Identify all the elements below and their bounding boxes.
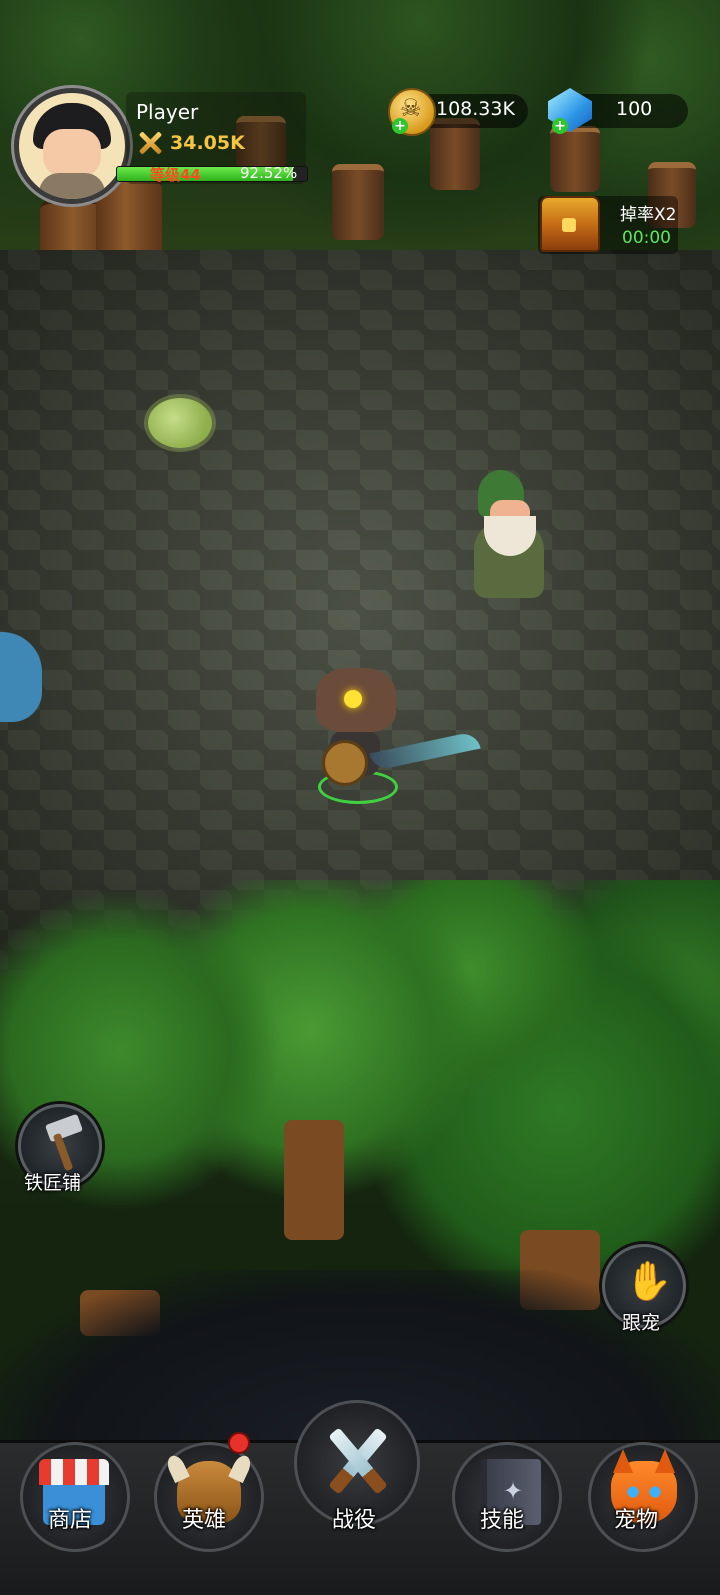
hammer-icon: [44, 1113, 84, 1143]
combat-power-value: 34.05K: [170, 132, 245, 154]
nav-shop-button[interactable]: [20, 1442, 130, 1552]
gold-value: 108.33K: [436, 98, 515, 120]
crossed-swords-icon: [319, 1423, 395, 1499]
blacksmith-label: 铁匠铺: [24, 1172, 82, 1194]
add-gems-icon[interactable]: +: [552, 118, 568, 134]
treasure-chest-icon[interactable]: [540, 196, 600, 252]
nav-skills-label: 技能: [480, 1508, 525, 1533]
green-fuzzball-monster[interactable]: [148, 398, 212, 448]
hero-shield: [322, 740, 368, 786]
nav-heroes-label: 英雄: [182, 1508, 227, 1533]
nav-heroes-button[interactable]: [154, 1442, 264, 1552]
player-avatar[interactable]: [14, 88, 130, 204]
nav-pets-label: 宠物: [614, 1508, 659, 1533]
nav-pets-button[interactable]: [588, 1442, 698, 1552]
wooden-post: [550, 126, 600, 192]
gem-value: 100: [616, 98, 653, 120]
nav-campaign-label: 战役: [332, 1508, 377, 1533]
crossed-swords-icon: [136, 129, 164, 157]
follow-pet-label: 跟宠: [622, 1312, 661, 1334]
add-gold-icon[interactable]: +: [392, 118, 408, 134]
nav-skills-button[interactable]: [452, 1442, 562, 1552]
shop-stall-icon: [39, 1459, 109, 1485]
wooden-post: [332, 164, 384, 240]
tree-trunk: [284, 1120, 344, 1240]
exp-percent: 92.52%: [240, 164, 298, 182]
hero-glowing-eye: [344, 690, 362, 708]
combat-power: 34.05K: [136, 128, 245, 158]
drop-rate-timer: 00:00: [622, 228, 671, 248]
drop-rate-label: 掉率X2: [620, 205, 677, 225]
wooden-post: [430, 118, 480, 190]
player-name: Player: [136, 100, 199, 124]
hand-icon: ✋: [625, 1259, 673, 1303]
notification-badge: [228, 1432, 250, 1454]
player-level: 等级44: [150, 166, 201, 184]
nav-shop-label: 商店: [48, 1508, 93, 1533]
